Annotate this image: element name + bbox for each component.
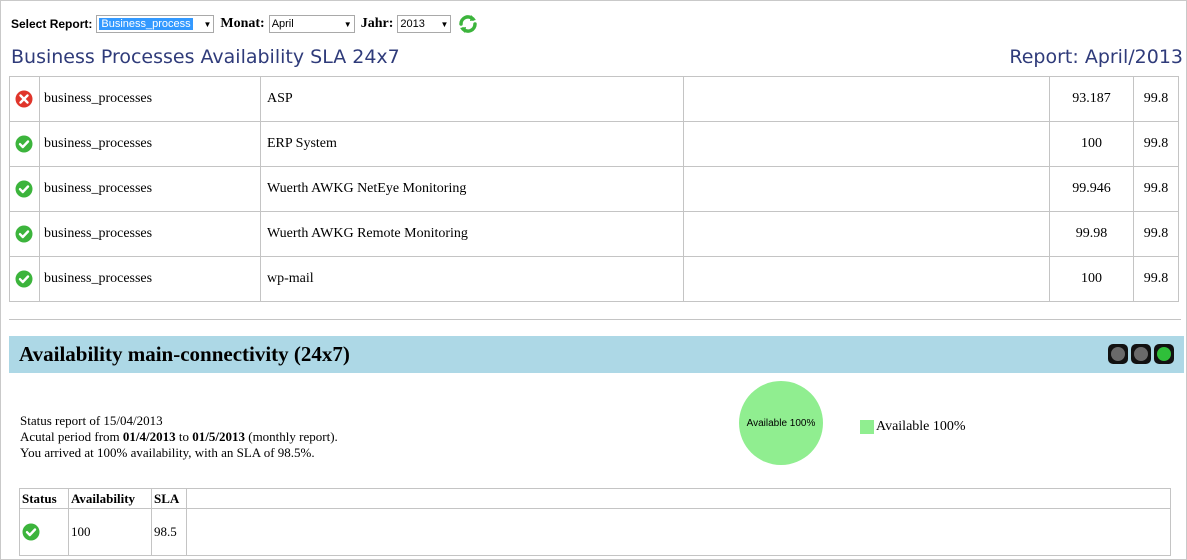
status-cell (9, 76, 40, 122)
report-select-label: Select Report: (11, 17, 93, 31)
traffic-light-off-icon (1131, 344, 1151, 364)
page-title: Business Processes Availability SLA 24x7 (11, 46, 400, 68)
status-header: Status (19, 488, 69, 509)
month-select[interactable]: April ▼ (268, 15, 355, 33)
sla-cell: 98.5 (151, 508, 187, 556)
refresh-icon[interactable] (457, 13, 479, 35)
availability-cell: 99.98 (1049, 211, 1134, 257)
process-name-cell: Wuerth AWKG Remote Monitoring (260, 211, 684, 257)
status-cell (9, 121, 40, 167)
table-row[interactable]: business_processes Wuerth AWKG NetEye Mo… (9, 166, 1179, 212)
availability-header: Availability main-connectivity (24x7) (9, 336, 1184, 373)
empty-cell (683, 76, 1050, 122)
report-select[interactable]: Business_process ▼ (96, 15, 215, 33)
year-select-label: Jahr: (360, 16, 394, 31)
business-process-table: business_processes ASP 93.187 99.8 busin… (9, 76, 1179, 302)
empty-cell (683, 166, 1050, 212)
divider (9, 319, 1181, 320)
sla-header: SLA (151, 488, 187, 509)
sla-cell: 99.8 (1133, 121, 1179, 167)
group-cell: business_processes (39, 76, 261, 122)
sla-cell: 99.8 (1133, 166, 1179, 212)
availability-cell: 100 (68, 508, 152, 556)
table-row[interactable]: business_processes Wuerth AWKG Remote Mo… (9, 211, 1179, 257)
table-row: 100 98.5 (19, 508, 1171, 556)
process-name-cell: wp-mail (260, 256, 684, 302)
empty-cell (683, 121, 1050, 167)
availability-pie-chart: Available 100% (739, 381, 823, 465)
report-period: Report: April/2013 (1009, 46, 1183, 68)
period-to: 01/5/2013 (192, 429, 245, 444)
empty-header (186, 488, 1171, 509)
availability-cell: 100 (1049, 256, 1134, 302)
status-cell (9, 256, 40, 302)
month-select-value: April (271, 18, 294, 30)
status-cell (9, 211, 40, 257)
availability-title: Availability main-connectivity (24x7) (19, 342, 350, 366)
chevron-down-icon: ▼ (440, 19, 449, 29)
legend-swatch (860, 420, 874, 434)
process-name-cell: ERP System (260, 121, 684, 167)
traffic-light-green-icon (1154, 344, 1174, 364)
sla-cell: 99.8 (1133, 76, 1179, 122)
ok-icon (15, 270, 33, 288)
year-select[interactable]: 2013 ▼ (397, 15, 452, 33)
empty-cell (683, 256, 1050, 302)
traffic-light-icon (1108, 344, 1174, 364)
process-name-cell: Wuerth AWKG NetEye Monitoring (260, 166, 684, 212)
availability-table: Status Availability SLA 100 98.5 (19, 488, 1171, 556)
group-cell: business_processes (39, 211, 261, 257)
ok-icon (15, 180, 33, 198)
error-icon (15, 90, 33, 108)
process-name-cell: ASP (260, 76, 684, 122)
traffic-light-off-icon (1108, 344, 1128, 364)
availability-cell: 100 (1049, 121, 1134, 167)
table-row[interactable]: business_processes wp-mail 100 99.8 (9, 256, 1179, 302)
period-line: Acutal period from 01/4/2013 to 01/5/201… (20, 429, 338, 444)
group-cell: business_processes (39, 166, 261, 212)
table-header-row: Status Availability SLA (19, 488, 1171, 509)
table-row[interactable]: business_processes ASP 93.187 99.8 (9, 76, 1179, 122)
availability-cell: 99.946 (1049, 166, 1134, 212)
table-row[interactable]: business_processes ERP System 100 99.8 (9, 121, 1179, 167)
ok-icon (15, 135, 33, 153)
empty-cell (186, 508, 1171, 556)
group-cell: business_processes (39, 256, 261, 302)
ok-icon (15, 225, 33, 243)
report-select-value: Business_process (99, 18, 193, 30)
group-cell: business_processes (39, 121, 261, 167)
status-line: Status report of 15/04/2013 (20, 413, 163, 428)
report-toolbar: Select Report: Business_process ▼ Monat:… (11, 13, 479, 35)
status-cell (9, 166, 40, 212)
period-from: 01/4/2013 (122, 429, 176, 444)
availability-cell: 93.187 (1049, 76, 1134, 122)
sla-cell: 99.8 (1133, 256, 1179, 302)
availability-header-cell: Availability (68, 488, 152, 509)
legend-label: Available 100% (876, 419, 966, 434)
year-select-value: 2013 (400, 18, 425, 30)
empty-cell (683, 211, 1050, 257)
summary-line: You arrived at 100% availability, with a… (20, 445, 315, 460)
status-report-text: Status report of 15/04/2013 Acutal perio… (20, 413, 338, 461)
month-select-label: Monat: (220, 16, 265, 31)
pie-legend: Available 100% (860, 419, 966, 435)
status-cell (19, 508, 69, 556)
chevron-down-icon: ▼ (343, 19, 352, 29)
chevron-down-icon: ▼ (203, 19, 212, 29)
pie-label: Available 100% (746, 417, 816, 429)
sla-cell: 99.8 (1133, 211, 1179, 257)
ok-icon (22, 523, 40, 541)
